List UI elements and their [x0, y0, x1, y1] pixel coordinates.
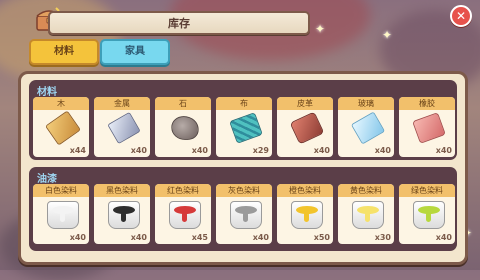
item-count: x40 [130, 146, 147, 155]
title-bar: 库存 [48, 11, 310, 35]
item-count: x30 [374, 233, 391, 242]
item-name: 橙色染料 [277, 184, 333, 197]
item-count: x50 [313, 233, 330, 242]
paint-bucket-icon [230, 201, 262, 229]
paints-section: 油漆 白色染料 x40 黑色染料 x40 红色染料 x45 灰色染料 x40 橙… [29, 167, 457, 251]
item-glass[interactable]: 玻璃 x40 [338, 97, 394, 157]
item-name: 橡胶 [399, 97, 455, 110]
item-name: 绿色染料 [399, 184, 455, 197]
cloth-icon [229, 112, 263, 144]
sparkle-icon: ✦ [315, 22, 326, 36]
item-black-dye[interactable]: 黑色染料 x40 [94, 184, 150, 244]
paints-section-title: 油漆 [37, 174, 57, 185]
item-count: x44 [69, 146, 86, 155]
item-count: x45 [191, 233, 208, 242]
item-count: x40 [313, 146, 330, 155]
paint-bucket-icon [352, 201, 384, 229]
rubber-icon [412, 112, 446, 144]
item-red-dye[interactable]: 红色染料 x45 [155, 184, 211, 244]
page-title: 库存 [168, 17, 190, 30]
close-button[interactable]: ✕ [450, 5, 472, 27]
paint-bucket-icon [413, 201, 445, 229]
item-count: x40 [191, 146, 208, 155]
item-count: x40 [252, 233, 269, 242]
item-name: 黄色染料 [338, 184, 394, 197]
paint-bucket-icon [291, 201, 323, 229]
item-gray-dye[interactable]: 灰色染料 x40 [216, 184, 272, 244]
item-name: 白色染料 [33, 184, 89, 197]
item-cloth[interactable]: 布 x29 [216, 97, 272, 157]
close-icon: ✕ [455, 9, 467, 23]
item-name: 布 [216, 97, 272, 110]
item-count: x40 [435, 146, 452, 155]
item-orange-dye[interactable]: 橙色染料 x50 [277, 184, 333, 244]
item-green-dye[interactable]: 绿色染料 x40 [399, 184, 455, 244]
item-name: 灰色染料 [216, 184, 272, 197]
stone-icon [171, 116, 199, 140]
paint-bucket-icon [47, 201, 79, 229]
item-name: 皮革 [277, 97, 333, 110]
glass-pane-icon [350, 111, 386, 145]
paints-row: 白色染料 x40 黑色染料 x40 红色染料 x45 灰色染料 x40 橙色染料 [33, 184, 457, 244]
paint-bucket-icon [169, 201, 201, 229]
item-count: x29 [252, 146, 269, 155]
item-count: x40 [130, 233, 147, 242]
metal-ingot-icon [107, 111, 141, 145]
item-name: 黑色染料 [94, 184, 150, 197]
item-yellow-dye[interactable]: 黄色染料 x30 [338, 184, 394, 244]
materials-row: 木 x44 金属 x40 石 x40 布 x29 皮革 x40 玻璃 x40 橡… [33, 97, 457, 157]
materials-section: 材料 木 x44 金属 x40 石 x40 布 x29 皮革 x40 玻璃 x4… [29, 80, 457, 160]
item-white-dye[interactable]: 白色染料 x40 [33, 184, 89, 244]
item-name: 红色染料 [155, 184, 211, 197]
leather-roll-icon [289, 111, 325, 145]
item-count: x40 [374, 146, 391, 155]
item-metal[interactable]: 金属 x40 [94, 97, 150, 157]
sparkle-icon: ✦ [382, 28, 393, 42]
paint-bucket-icon [108, 201, 140, 229]
item-wood[interactable]: 木 x44 [33, 97, 89, 157]
wood-plank-icon [45, 110, 81, 146]
item-name: 金属 [94, 97, 150, 110]
item-name: 木 [33, 97, 89, 110]
item-rubber[interactable]: 橡胶 x40 [399, 97, 455, 157]
item-leather[interactable]: 皮革 x40 [277, 97, 333, 157]
materials-section-title: 材料 [37, 87, 57, 98]
item-name: 石 [155, 97, 211, 110]
item-stone[interactable]: 石 x40 [155, 97, 211, 157]
inventory-panel: 材料 木 x44 金属 x40 石 x40 布 x29 皮革 x40 玻璃 x4… [18, 71, 468, 265]
item-name: 玻璃 [338, 97, 394, 110]
item-count: x40 [435, 233, 452, 242]
item-count: x40 [69, 233, 86, 242]
tab-materials[interactable]: 材料 [29, 39, 99, 65]
tab-furniture[interactable]: 家具 [100, 39, 170, 65]
